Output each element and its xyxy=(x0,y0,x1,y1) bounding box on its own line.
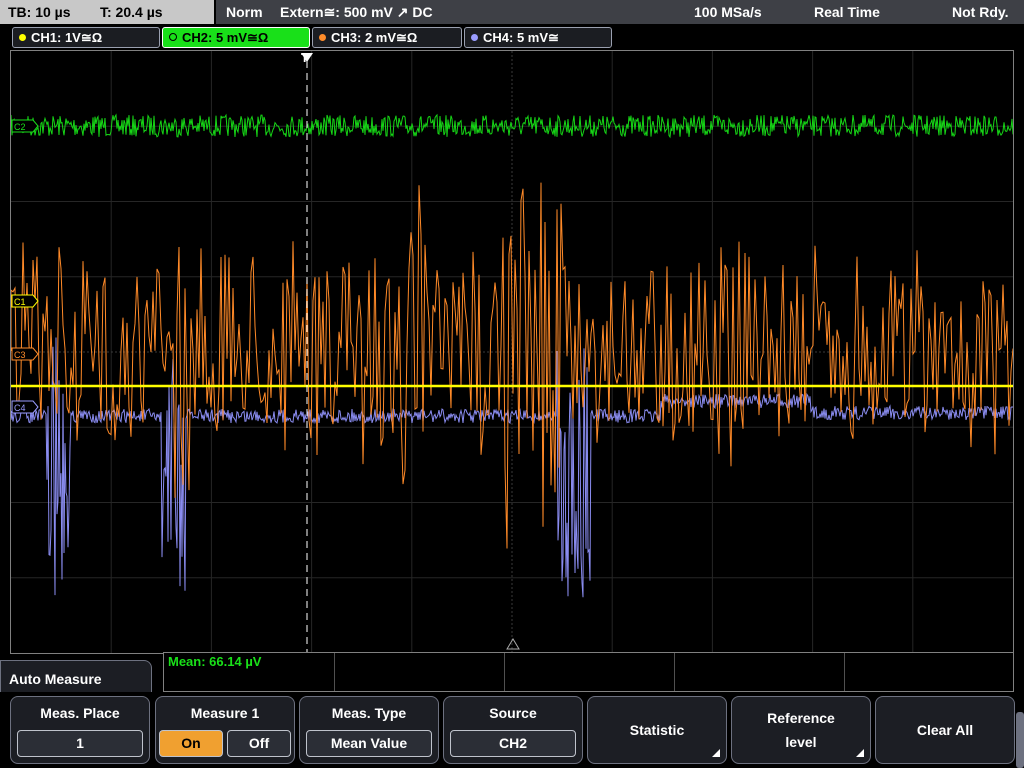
ch2-offset-marker[interactable]: C2 xyxy=(11,119,39,133)
meas-cell-4 xyxy=(674,653,845,691)
ch1-color-dot xyxy=(19,34,26,41)
status-bar: TB: 10 µs T: 20.4 µs Norm Extern≅: 500 m… xyxy=(0,0,1024,25)
timebase-readout: TB: 10 µs xyxy=(8,4,71,20)
channel-bar: CH1: 1V≅Ω CH2: 5 mV≅Ω CH3: 2 mV≅Ω CH4: 5… xyxy=(0,25,1024,49)
reference-level-softkey[interactable]: Reference level xyxy=(731,696,871,764)
meas-type-label: Meas. Type xyxy=(331,705,407,721)
ch3-label: CH3: 2 mV≅Ω xyxy=(331,30,418,45)
ch4-label: CH4: 5 mV≅ xyxy=(483,30,559,45)
ch1-offset-marker[interactable]: C1 xyxy=(11,294,39,308)
ch3-offset-marker[interactable]: C3 xyxy=(11,347,39,361)
measure1-softkey[interactable]: Measure 1 On Off xyxy=(155,696,295,764)
ch4-color-dot xyxy=(471,34,478,41)
submenu-corner-icon xyxy=(856,749,864,757)
trigger-position-readout: T: 20.4 µs xyxy=(100,4,163,20)
meas-place-label: Meas. Place xyxy=(40,705,120,721)
ch4-offset-marker[interactable]: C4 xyxy=(11,400,39,414)
meas-cell-2 xyxy=(334,653,505,691)
clear-all-label: Clear All xyxy=(916,722,974,738)
ch1-label: CH1: 1V≅Ω xyxy=(31,30,103,45)
source-value[interactable]: CH2 xyxy=(450,730,576,757)
meas-type-value[interactable]: Mean Value xyxy=(306,730,432,757)
channel-tab-ch4[interactable]: CH4: 5 mV≅ xyxy=(464,27,612,48)
channel-tab-ch3[interactable]: CH3: 2 mV≅Ω xyxy=(312,27,462,48)
svg-text:C2: C2 xyxy=(14,122,26,132)
sample-rate: 100 MSa/s xyxy=(694,4,762,20)
menu-scroll-handle[interactable] xyxy=(1016,712,1024,768)
svg-text:C3: C3 xyxy=(14,350,26,360)
reference-level-line1: Reference xyxy=(767,710,835,726)
statistic-softkey[interactable]: Statistic xyxy=(587,696,727,764)
ch3-color-dot xyxy=(319,34,326,41)
reference-level-line2: level xyxy=(785,734,817,750)
trigger-mode: Norm xyxy=(226,4,263,20)
acquisition-mode: Real Time xyxy=(814,4,880,20)
ch2-label: CH2: 5 mV≅Ω xyxy=(182,30,269,45)
waveform-canvas[interactable]: C2 C1 C3 C4 xyxy=(11,51,1013,653)
menu-title: Auto Measure xyxy=(0,660,152,692)
meas-place-softkey[interactable]: Meas. Place 1 xyxy=(10,696,150,764)
mean-measurement: Mean: 66.14 µV xyxy=(168,654,262,669)
channel-tab-ch2[interactable]: CH2: 5 mV≅Ω xyxy=(162,27,310,48)
measurement-bar xyxy=(163,652,1014,692)
svg-text:C4: C4 xyxy=(14,403,26,413)
timebase-box[interactable]: TB: 10 µs T: 20.4 µs xyxy=(0,0,214,24)
trigger-state: Not Rdy. xyxy=(952,4,1009,20)
source-label: Source xyxy=(489,705,537,721)
acquisition-info[interactable]: Norm Extern≅: 500 mV ↗ DC 100 MSa/s Real… xyxy=(216,0,1024,24)
meas-type-softkey[interactable]: Meas. Type Mean Value xyxy=(299,696,439,764)
trigger-label: T xyxy=(301,51,309,65)
meas-place-value[interactable]: 1 xyxy=(17,730,143,757)
statistic-label: Statistic xyxy=(629,722,685,738)
trigger-source: Extern≅: 500 mV ↗ DC xyxy=(280,4,433,20)
submenu-corner-icon xyxy=(712,749,720,757)
horizontal-position-marker xyxy=(506,638,520,650)
measure1-off-button[interactable]: Off xyxy=(227,730,291,757)
meas-cell-3 xyxy=(504,653,675,691)
measure1-on-button[interactable]: On xyxy=(159,730,223,757)
measure1-label: Measure 1 xyxy=(190,705,260,721)
clear-all-softkey[interactable]: Clear All xyxy=(875,696,1015,764)
channel-tab-ch1[interactable]: CH1: 1V≅Ω xyxy=(12,27,160,48)
waveform-display[interactable]: C2 C1 C3 C4 xyxy=(10,50,1014,654)
source-softkey[interactable]: Source CH2 xyxy=(443,696,583,764)
reference-level-label: Reference level xyxy=(732,697,870,763)
ch2-color-dot xyxy=(169,33,177,41)
svg-text:C1: C1 xyxy=(14,297,26,307)
